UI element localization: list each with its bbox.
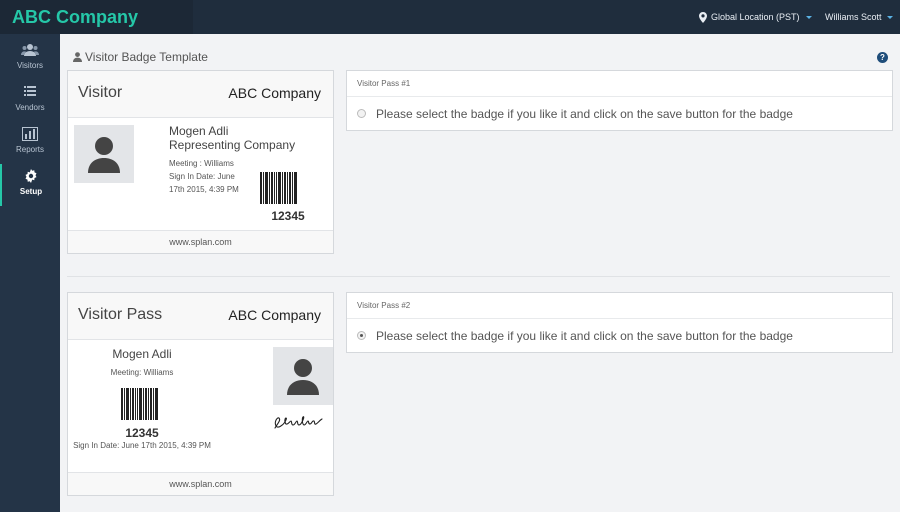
person-icon	[88, 137, 120, 173]
panel-title: Visitor Pass #1	[347, 71, 892, 97]
visitor-pass-1-panel: Visitor Pass #1 Please select the badge …	[346, 70, 893, 131]
badge-radio-1[interactable]	[357, 109, 366, 118]
person-icon	[287, 359, 319, 395]
sidebar-item-label: Reports	[15, 145, 44, 154]
avatar	[74, 125, 134, 183]
sidebar-item-label: Visitors	[16, 61, 44, 70]
visitor-name: Mogen Adli	[169, 124, 229, 138]
users-icon	[0, 43, 60, 61]
badge-footer: www.splan.com	[68, 472, 333, 495]
badge-template-1[interactable]: Visitor ABC Company Mogen Adli Represent…	[67, 70, 334, 254]
page-title: Visitor Badge Template	[73, 50, 208, 64]
chevron-down-icon	[886, 15, 893, 19]
sidebar-item-label: Vendors	[15, 103, 45, 112]
badge-title: Visitor Pass	[78, 306, 163, 323]
section-divider	[67, 276, 890, 277]
brand-logo[interactable]: ABC Company	[0, 0, 193, 34]
badge-template-2[interactable]: Visitor Pass ABC Company Mogen Adli Meet…	[67, 292, 334, 496]
badge-footer: www.splan.com	[68, 230, 333, 253]
top-navbar: ABC Company Global Location (PST) Willia…	[0, 0, 900, 34]
barcode	[121, 388, 159, 420]
badge-company: ABC Company	[228, 307, 321, 323]
bar-chart-icon	[0, 127, 60, 145]
badge-radio-2[interactable]	[357, 331, 366, 340]
gear-icon	[2, 169, 60, 187]
option-text: Please select the badge if you like it a…	[376, 328, 793, 343]
visitor-name: Mogen Adli	[112, 347, 172, 361]
help-icon[interactable]: ?	[877, 52, 888, 63]
badge-header: Visitor Pass ABC Company	[68, 293, 333, 340]
meeting-label: Meeting : Williams	[169, 159, 234, 168]
map-marker-icon	[699, 11, 707, 23]
panel-title: Visitor Pass #2	[347, 293, 892, 319]
badge-select-option[interactable]: Please select the badge if you like it a…	[347, 319, 892, 352]
sidebar-item-setup[interactable]: Setup	[0, 164, 60, 206]
badge-company: ABC Company	[228, 85, 321, 101]
user-icon	[73, 52, 82, 62]
badge-select-option[interactable]: Please select the badge if you like it a…	[347, 97, 892, 130]
badge-header: Visitor ABC Company	[68, 71, 333, 118]
badge-title: Visitor	[78, 84, 123, 101]
signin-date: Sign In Date: June 17th 2015, 4:39 PM	[169, 172, 239, 194]
list-icon	[0, 85, 60, 103]
avatar	[273, 347, 333, 405]
sidebar-item-label: Setup	[19, 187, 43, 196]
user-name: Williams Scott	[825, 12, 882, 22]
meeting-label: Meeting: Williams	[110, 368, 174, 377]
sidebar-item-reports[interactable]: Reports	[0, 122, 60, 164]
page-title-text: Visitor Badge Template	[85, 50, 208, 64]
sidebar-item-visitors[interactable]: Visitors	[0, 38, 60, 80]
location-dropdown[interactable]: Global Location (PST)	[699, 0, 812, 34]
sidebar: Visitors Vendors Reports Setup	[0, 34, 60, 512]
barcode	[260, 172, 298, 204]
barcode-number: 12345	[271, 209, 305, 223]
option-text: Please select the badge if you like it a…	[376, 106, 793, 121]
signin-date: Sign In Date: June 17th 2015, 4:39 PM	[73, 441, 211, 450]
barcode-number: 12345	[125, 426, 159, 440]
user-menu-dropdown[interactable]: Williams Scott	[825, 0, 893, 34]
chevron-down-icon	[805, 15, 812, 19]
representing-company: Representing Company	[169, 138, 296, 152]
signature-image	[274, 416, 323, 429]
sidebar-item-vendors[interactable]: Vendors	[0, 80, 60, 122]
location-label: Global Location (PST)	[711, 12, 800, 22]
visitor-pass-2-panel: Visitor Pass #2 Please select the badge …	[346, 292, 893, 353]
